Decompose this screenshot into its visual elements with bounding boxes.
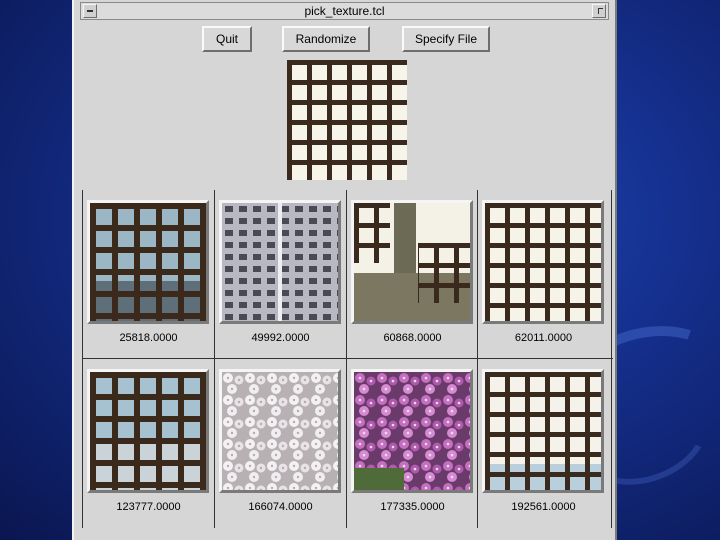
texture-cell[interactable]: 192561.0000 bbox=[478, 359, 609, 527]
texture-thumbnail[interactable] bbox=[219, 369, 341, 493]
ruin-window-texture-image bbox=[354, 203, 470, 321]
texture-cell[interactable]: 166074.0000 bbox=[215, 359, 346, 527]
grid-water-texture-image bbox=[90, 372, 206, 490]
pink-flowers-texture-image bbox=[354, 372, 470, 490]
texture-thumbnail[interactable] bbox=[87, 200, 209, 324]
randomize-button[interactable]: Randomize bbox=[282, 26, 370, 52]
texture-cell[interactable]: 177335.0000 bbox=[347, 359, 478, 527]
app-window: pick_texture.tcl Quit Randomize Specify … bbox=[72, 0, 617, 540]
window-title: pick_texture.tcl bbox=[304, 4, 385, 18]
texture-cell[interactable]: 25818.0000 bbox=[83, 190, 214, 358]
texture-grid: 25818.0000 49992.0000 60868.0000 62011.0… bbox=[82, 190, 613, 528]
texture-score-label: 25818.0000 bbox=[119, 332, 178, 344]
specify-file-button[interactable]: Specify File bbox=[402, 26, 490, 52]
title-bar[interactable]: pick_texture.tcl bbox=[80, 2, 609, 20]
texture-score-label: 49992.0000 bbox=[251, 332, 310, 344]
window-grid-texture-image bbox=[485, 372, 601, 490]
quit-button[interactable]: Quit bbox=[202, 26, 252, 52]
window-grid-texture-image bbox=[287, 60, 407, 180]
texture-cell[interactable]: 62011.0000 bbox=[478, 190, 609, 358]
building-texture-image bbox=[222, 203, 338, 321]
texture-score-label: 192561.0000 bbox=[511, 501, 576, 513]
texture-thumbnail[interactable] bbox=[351, 200, 473, 324]
texture-cell[interactable]: 123777.0000 bbox=[83, 359, 214, 527]
texture-thumbnail[interactable] bbox=[87, 369, 209, 493]
texture-score-label: 62011.0000 bbox=[514, 332, 573, 344]
texture-cell[interactable]: 60868.0000 bbox=[347, 190, 478, 358]
texture-score-label: 60868.0000 bbox=[383, 332, 442, 344]
white-flowers-texture-image bbox=[222, 372, 338, 490]
texture-cell[interactable]: 49992.0000 bbox=[215, 190, 346, 358]
texture-score-label: 166074.0000 bbox=[248, 501, 313, 513]
window-grid-texture-image bbox=[485, 203, 601, 321]
grid-sky-texture-image bbox=[90, 203, 206, 321]
texture-thumbnail[interactable] bbox=[351, 369, 473, 493]
texture-thumbnail[interactable] bbox=[482, 369, 604, 493]
texture-thumbnail[interactable] bbox=[482, 200, 604, 324]
texture-score-label: 123777.0000 bbox=[116, 501, 181, 513]
texture-thumbnail[interactable] bbox=[219, 200, 341, 324]
selected-texture-preview bbox=[287, 60, 407, 180]
texture-score-label: 177335.0000 bbox=[380, 501, 445, 513]
maximize-icon[interactable] bbox=[592, 4, 606, 18]
